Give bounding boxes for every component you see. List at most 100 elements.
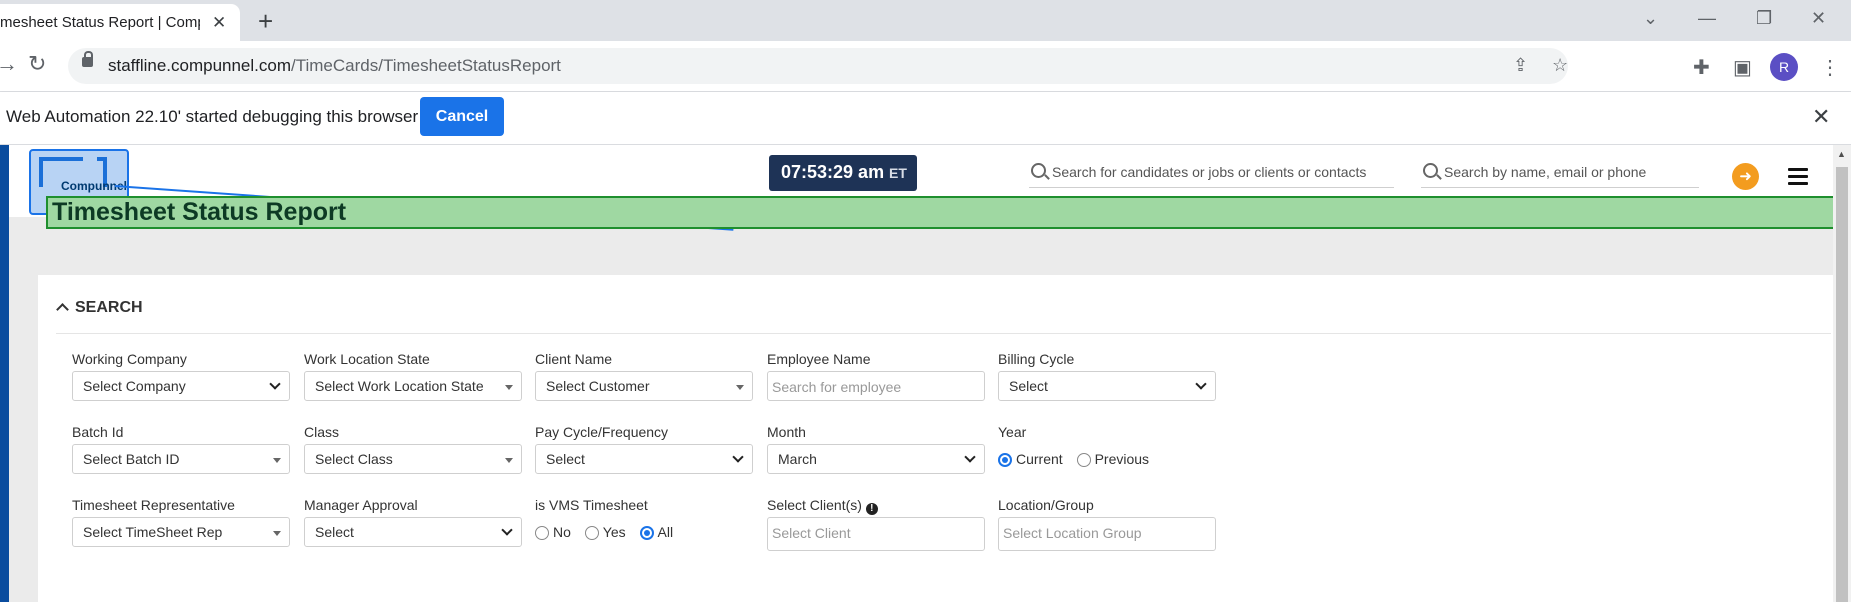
close-infobar-icon[interactable]: ✕ (1812, 104, 1830, 130)
select-clients-label-row: Select Client(s) ! (767, 497, 985, 517)
location-group-input[interactable]: Select Location Group (998, 517, 1216, 551)
client-name-select[interactable]: Select Customer (535, 371, 753, 401)
scroll-up-arrow-icon[interactable]: ▲ (1837, 149, 1846, 159)
vms-yes-label: Yes (602, 524, 626, 540)
class-label: Class (304, 424, 340, 440)
close-tab-icon[interactable]: ✕ (212, 4, 226, 41)
page-title: Timesheet Status Report (52, 198, 347, 226)
scrollbar-thumb[interactable] (1836, 167, 1848, 602)
pay-cycle-label: Pay Cycle/Frequency (535, 424, 669, 440)
browser-tabbar: mesheet Status Report | Compu ✕ + ⌄ — ❐ … (0, 0, 1851, 41)
page-scrollbar[interactable]: ▲ (1833, 145, 1851, 602)
address-bar[interactable]: staffline.compunnel.com/TimeCards/Timesh… (68, 48, 1568, 84)
caret-down-icon (273, 458, 281, 463)
year-current-option[interactable]: Current (998, 451, 1063, 467)
clock-time: 07:53:29 am (781, 162, 885, 182)
info-icon[interactable]: ! (865, 503, 878, 515)
year-field: Year Current Previous (998, 424, 1216, 474)
side-panel-icon[interactable]: ▣ (1733, 55, 1752, 80)
browser-menu-icon[interactable]: ⋮ (1820, 55, 1840, 80)
restore-icon[interactable]: ❐ (1756, 8, 1772, 29)
debugging-infobar: Web Automation 22.10' started debugging … (0, 92, 1851, 145)
year-radio-group: Current Previous (998, 444, 1216, 474)
url-path: /TimeCards/TimesheetStatusReport (291, 56, 561, 75)
chevron-down-icon (964, 451, 976, 463)
pay-cycle-select[interactable]: Select (535, 444, 753, 474)
left-sidebar-edge (0, 145, 9, 602)
browser-toolbar: → ↻ staffline.compunnel.com/TimeCards/Ti… (0, 41, 1851, 92)
location-group-field: Location/Group Select Location Group (998, 497, 1216, 551)
billing-cycle-value: Select (1009, 378, 1048, 394)
tab-title: mesheet Status Report | Compu (0, 14, 200, 31)
chevron-down-icon (732, 451, 744, 463)
vms-all-option[interactable]: All (639, 524, 674, 540)
manager-approval-select[interactable]: Select (304, 517, 522, 547)
tab-search-chevron-icon[interactable]: ⌄ (1643, 8, 1658, 29)
global-search-input[interactable]: Search for candidates or jobs or clients… (1029, 159, 1394, 188)
batch-id-value: Select Batch ID (83, 451, 180, 467)
share-icon[interactable]: ⇪ (1513, 55, 1528, 76)
timesheet-rep-select[interactable]: Select TimeSheet Rep (72, 517, 290, 547)
is-vms-label: is VMS Timesheet (535, 497, 648, 513)
extensions-puzzle-icon[interactable]: ✚ (1693, 55, 1710, 80)
timesheet-rep-field: Timesheet Representative Select TimeShee… (72, 497, 290, 547)
working-company-select[interactable]: Select Company (72, 371, 290, 401)
month-select[interactable]: March (767, 444, 985, 474)
people-search-placeholder: Search by name, email or phone (1444, 164, 1647, 180)
hamburger-menu-icon[interactable] (1788, 168, 1808, 185)
employee-name-field: Employee Name Search for employee (767, 351, 985, 401)
sign-out-icon[interactable]: ➜ (1732, 163, 1759, 190)
radio-button[interactable] (998, 453, 1012, 467)
batch-id-field: Batch Id Select Batch ID (72, 424, 290, 474)
lock-icon[interactable] (82, 51, 93, 67)
caret-down-icon (273, 531, 281, 536)
manager-approval-value: Select (315, 524, 354, 540)
class-select[interactable]: Select Class (304, 444, 522, 474)
radio-button[interactable] (535, 526, 549, 540)
select-clients-field: Select Client(s) ! Select Client (767, 497, 985, 551)
search-heading: SEARCH (75, 299, 143, 316)
select-clients-placeholder: Select Client (772, 525, 851, 541)
timesheet-rep-value: Select TimeSheet Rep (83, 524, 223, 540)
vms-no-option[interactable]: No (535, 524, 571, 540)
pay-cycle-value: Select (546, 451, 585, 467)
employee-name-placeholder: Search for employee (772, 379, 902, 395)
year-previous-option[interactable]: Previous (1076, 451, 1149, 467)
vms-no-label: No (553, 524, 571, 540)
client-name-label: Client Name (535, 351, 613, 367)
vms-all-label: All (657, 524, 674, 540)
search-section-toggle[interactable]: SEARCH (56, 299, 143, 317)
radio-button[interactable] (639, 526, 654, 540)
reload-icon[interactable]: ↻ (28, 51, 46, 77)
browser-tab[interactable]: mesheet Status Report | Compu ✕ (0, 4, 240, 41)
cancel-debugging-button[interactable]: Cancel (420, 97, 504, 136)
timesheet-rep-label: Timesheet Representative (72, 497, 235, 513)
billing-cycle-select[interactable]: Select (998, 371, 1216, 401)
work-location-state-select[interactable]: Select Work Location State (304, 371, 522, 401)
profile-avatar[interactable]: R (1770, 53, 1798, 81)
people-search-input[interactable]: Search by name, email or phone (1421, 159, 1699, 188)
radio-button[interactable] (1076, 453, 1091, 467)
pay-cycle-field: Pay Cycle/Frequency Select (535, 424, 753, 474)
employee-name-input[interactable]: Search for employee (767, 371, 985, 401)
bookmark-star-icon[interactable]: ☆ (1552, 55, 1568, 76)
caret-down-icon (505, 385, 513, 390)
caret-down-icon (736, 385, 744, 390)
select-clients-input[interactable]: Select Client (767, 517, 985, 551)
batch-id-select[interactable]: Select Batch ID (72, 444, 290, 474)
url-text: staffline.compunnel.com/TimeCards/Timesh… (108, 56, 561, 76)
radio-button[interactable] (584, 526, 599, 540)
work-location-state-field: Work Location State Select Work Location… (304, 351, 522, 401)
manager-approval-label: Manager Approval (304, 497, 418, 513)
chevron-down-icon (501, 524, 513, 536)
search-panel: SEARCH Working Company Select Company Wo… (38, 275, 1833, 602)
vms-yes-option[interactable]: Yes (584, 524, 626, 540)
month-field: Month March (767, 424, 985, 474)
forward-icon[interactable]: → (0, 51, 18, 77)
work-location-state-value: Select Work Location State (315, 378, 484, 394)
month-value: March (778, 451, 817, 467)
minimize-icon[interactable]: — (1698, 8, 1716, 29)
clock-timezone: ET (889, 165, 907, 181)
new-tab-icon[interactable]: + (258, 6, 273, 37)
window-close-icon[interactable]: ✕ (1811, 8, 1826, 29)
